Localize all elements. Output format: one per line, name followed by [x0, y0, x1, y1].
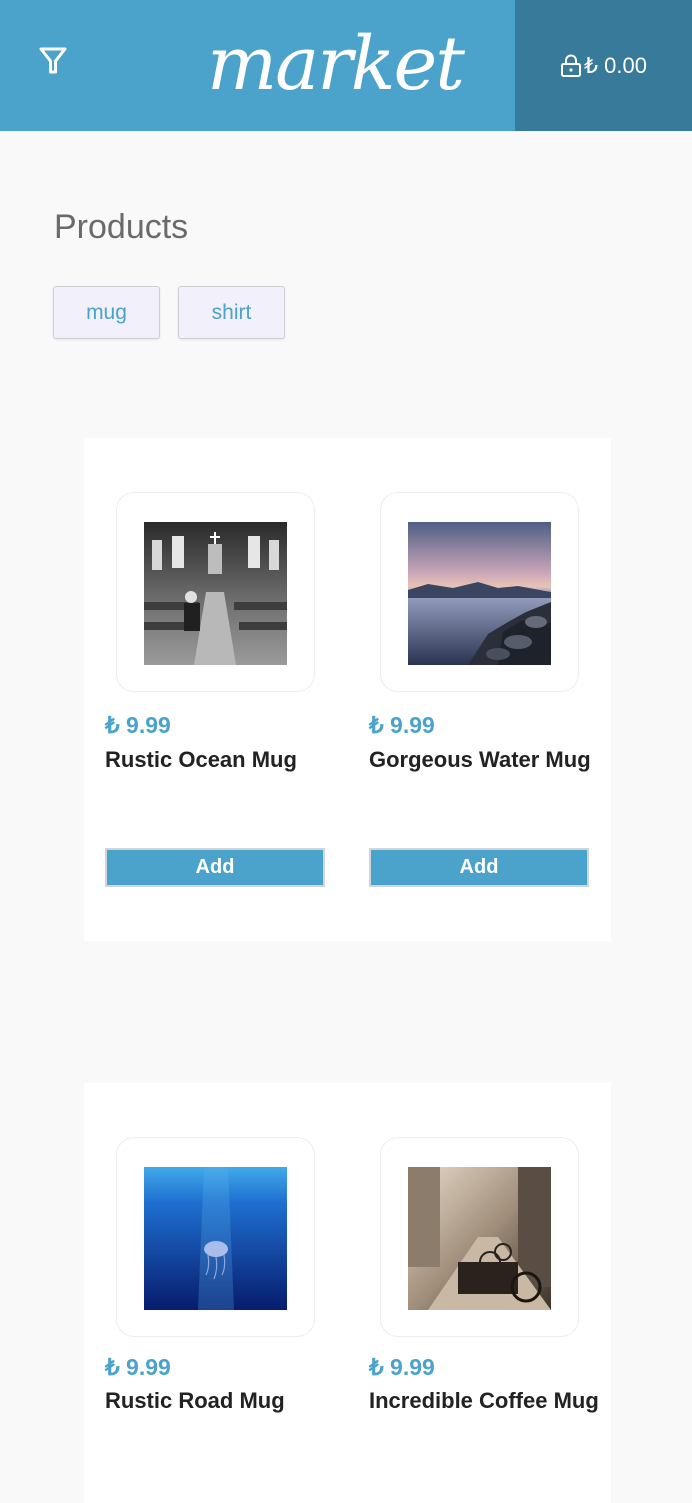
header-bar: market ₺ 0.00: [0, 0, 692, 131]
logo[interactable]: market: [200, 14, 470, 114]
product-image-frame[interactable]: [116, 492, 315, 692]
tag-shirt[interactable]: shirt: [178, 286, 285, 339]
cart-total: ₺ 0.00: [584, 52, 647, 78]
add-to-cart-button[interactable]: Add: [369, 848, 589, 887]
product-price: ₺ 9.99: [105, 712, 171, 738]
product-name[interactable]: Gorgeous Water Mug: [369, 742, 599, 777]
product-image: [408, 1167, 551, 1310]
cart-button[interactable]: ₺ 0.00: [515, 0, 692, 131]
filter-icon: [39, 47, 67, 74]
add-to-cart-button[interactable]: Add: [105, 848, 325, 887]
filter-button[interactable]: [34, 41, 72, 79]
product-image-frame[interactable]: [380, 492, 579, 692]
product-image: [144, 522, 287, 665]
page-title: Products: [54, 208, 189, 246]
product-name[interactable]: Rustic Ocean Mug: [105, 742, 335, 777]
product-price: ₺ 9.99: [105, 1354, 171, 1380]
product-row: ₺ 9.99 Rustic Road Mug ₺ 9.99 Incredible…: [84, 1083, 611, 1503]
product-image: [408, 522, 551, 665]
lock-icon: [561, 54, 582, 77]
product-image: [144, 1167, 287, 1310]
tag-mug[interactable]: mug: [53, 286, 160, 339]
product-price: ₺ 9.99: [369, 712, 435, 738]
product-image-frame[interactable]: [380, 1137, 579, 1337]
product-name[interactable]: Rustic Road Mug: [105, 1383, 335, 1418]
product-row: ₺ 9.99 Rustic Ocean Mug Add ₺ 9.99 Gorge…: [84, 438, 611, 941]
product-price: ₺ 9.99: [369, 1354, 435, 1380]
product-image-frame[interactable]: [116, 1137, 315, 1337]
product-name[interactable]: Incredible Coffee Mug: [369, 1383, 599, 1418]
